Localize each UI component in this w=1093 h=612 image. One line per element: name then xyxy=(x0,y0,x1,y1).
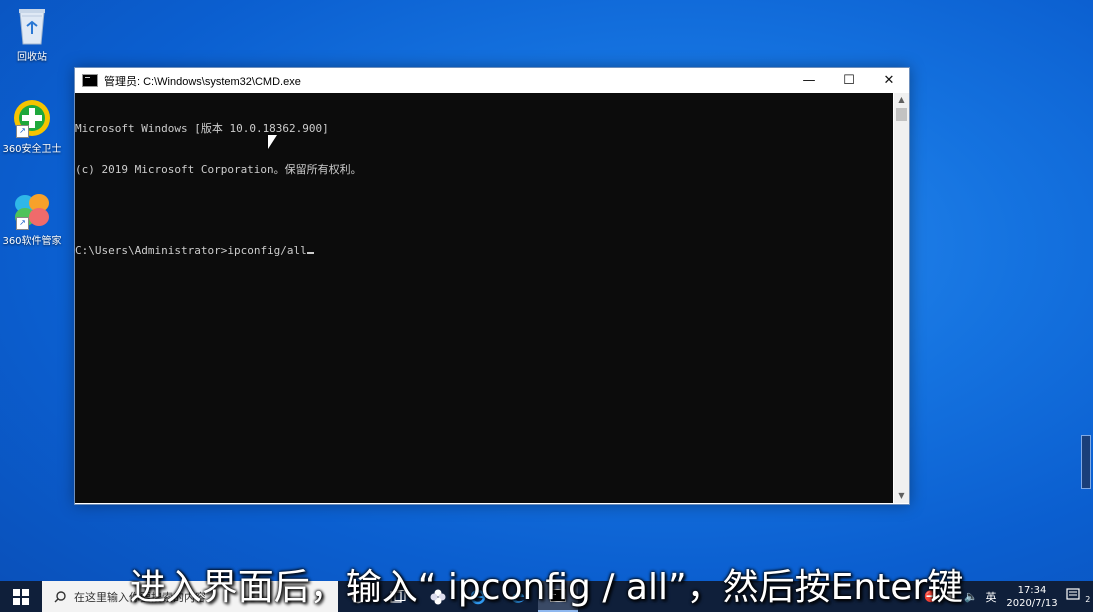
video-subtitle: 进入界面后，输入“ ipconfig / all”，然后按Enter键 xyxy=(129,567,964,608)
desktop-icon-label: 360安全卫士 xyxy=(2,144,62,155)
scroll-down-arrow-icon[interactable]: ▼ xyxy=(894,489,909,503)
desktop-icon-360-software-manager[interactable]: ↗ 360软件管家 xyxy=(0,190,64,247)
minimize-button[interactable]: — xyxy=(789,68,829,93)
cmd-window[interactable]: 管理员: C:\Windows\system32\CMD.exe — ☐ ✕ M… xyxy=(74,67,910,505)
desktop-icon-label: 回收站 xyxy=(17,52,47,63)
360-security-icon: ↗ xyxy=(12,98,52,138)
console-output[interactable]: Microsoft Windows [版本 10.0.18362.900] (c… xyxy=(75,93,893,503)
scroll-thumb[interactable] xyxy=(896,108,907,121)
console-prompt: C:\Users\Administrator> xyxy=(75,243,228,257)
console-command: ipconfig/all xyxy=(227,243,307,257)
vertical-scrollbar[interactable]: ▲ ▼ xyxy=(894,93,909,503)
desktop-icon-label: 360软件管家 xyxy=(2,236,62,247)
edge-scroll-handle[interactable] xyxy=(1081,435,1091,489)
cmd-icon xyxy=(82,74,98,87)
window-titlebar[interactable]: 管理员: C:\Windows\system32\CMD.exe — ☐ ✕ xyxy=(75,68,909,93)
shortcut-arrow-icon: ↗ xyxy=(16,217,29,230)
console-line: Microsoft Windows [版本 10.0.18362.900] xyxy=(75,122,329,135)
console-prompt-line: C:\Users\Administrator>ipconfig/all xyxy=(75,244,893,258)
close-button[interactable]: ✕ xyxy=(869,68,909,93)
desktop-icon-recycle-bin[interactable]: 回收站 xyxy=(0,6,64,63)
360-software-manager-icon: ↗ xyxy=(12,190,52,230)
recycle-bin-icon xyxy=(15,6,49,46)
shortcut-arrow-icon: ↗ xyxy=(16,125,29,138)
scroll-up-arrow-icon[interactable]: ▲ xyxy=(894,93,909,107)
desktop-icon-360-security[interactable]: ↗ 360安全卫士 xyxy=(0,98,64,155)
console-line: (c) 2019 Microsoft Corporation。保留所有权利。 xyxy=(75,162,362,176)
window-title: 管理员: C:\Windows\system32\CMD.exe xyxy=(104,75,301,88)
text-cursor xyxy=(306,251,314,254)
mouse-pointer-icon xyxy=(268,135,277,149)
maximize-button[interactable]: ☐ xyxy=(829,68,869,93)
